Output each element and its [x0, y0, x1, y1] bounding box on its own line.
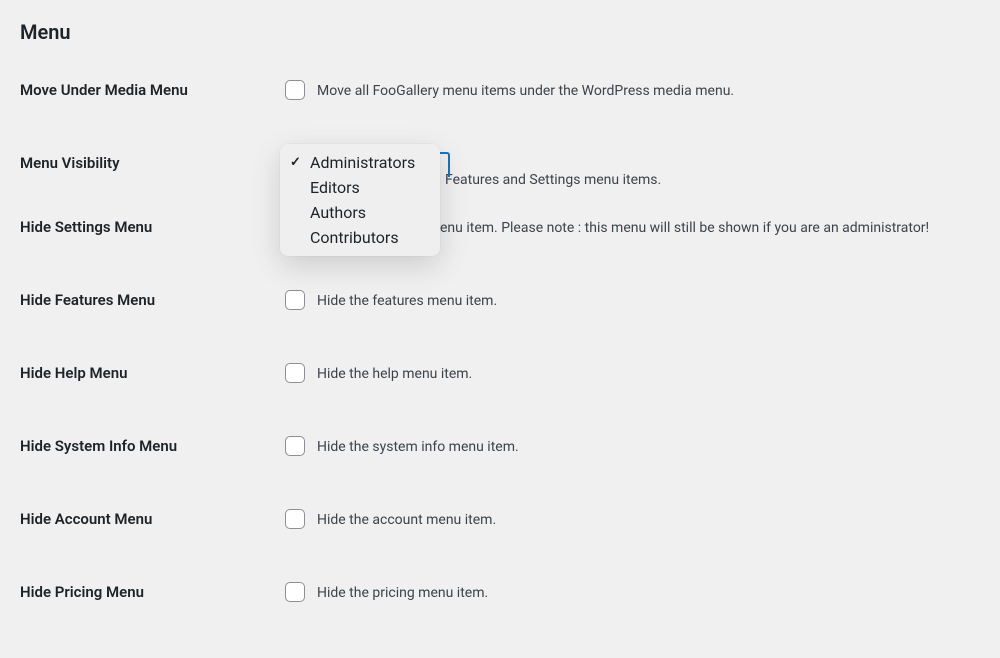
row-label-hide-features: Hide Features Menu: [20, 289, 285, 309]
row-hide-help: Hide Help Menu Hide the help menu item.: [20, 362, 980, 385]
checkbox-hide-pricing[interactable]: [285, 582, 305, 602]
checkbox-hide-help[interactable]: [285, 363, 305, 383]
select-menu-visibility-border: [440, 152, 450, 177]
row-label-hide-account: Hide Account Menu: [20, 508, 285, 528]
description-hide-help: Hide the help menu item.: [317, 362, 472, 385]
checkbox-hide-account[interactable]: [285, 509, 305, 529]
checkbox-hide-system-info[interactable]: [285, 436, 305, 456]
dropdown-item-editors[interactable]: ✓ Editors: [280, 175, 440, 200]
description-hide-system-info: Hide the system info menu item.: [317, 435, 519, 458]
description-menu-visibility: Features and Settings menu items.: [445, 172, 661, 188]
row-label-hide-help: Hide Help Menu: [20, 362, 285, 382]
row-hide-features: Hide Features Menu Hide the features men…: [20, 289, 980, 312]
row-label-hide-pricing: Hide Pricing Menu: [20, 581, 285, 601]
row-hide-settings: Hide Settings Menu enu item. Please note…: [20, 216, 980, 239]
description-hide-settings: enu item. Please note : this menu will s…: [440, 216, 929, 239]
row-label-hide-system-info: Hide System Info Menu: [20, 435, 285, 455]
checkbox-hide-features[interactable]: [285, 290, 305, 310]
row-move-under-media: Move Under Media Menu Move all FooGaller…: [20, 79, 980, 102]
dropdown-item-label: Authors: [310, 203, 366, 222]
row-label-hide-settings: Hide Settings Menu: [20, 216, 285, 236]
row-label-move-under-media: Move Under Media Menu: [20, 79, 285, 99]
row-hide-system-info: Hide System Info Menu Hide the system in…: [20, 435, 980, 458]
description-hide-features: Hide the features menu item.: [317, 289, 497, 312]
checkbox-move-under-media[interactable]: [285, 80, 305, 100]
dropdown-item-authors[interactable]: ✓ Authors: [280, 200, 440, 225]
check-icon: ✓: [290, 155, 304, 170]
dropdown-item-label: Editors: [310, 178, 360, 197]
description-move-under-media: Move all FooGallery menu items under the…: [317, 79, 734, 102]
dropdown-item-label: Contributors: [310, 228, 399, 247]
dropdown-item-label: Administrators: [310, 153, 415, 172]
description-hide-pricing: Hide the pricing menu item.: [317, 581, 488, 604]
dropdown-item-administrators[interactable]: ✓ Administrators: [280, 150, 440, 175]
row-menu-visibility: Menu Visibility ✓ Administrators ✓ Edito…: [20, 152, 980, 188]
description-hide-account: Hide the account menu item.: [317, 508, 496, 531]
row-hide-account: Hide Account Menu Hide the account menu …: [20, 508, 980, 531]
dropdown-item-contributors[interactable]: ✓ Contributors: [280, 225, 440, 250]
row-label-menu-visibility: Menu Visibility: [20, 152, 285, 172]
section-title: Menu: [20, 20, 980, 44]
row-hide-pricing: Hide Pricing Menu Hide the pricing menu …: [20, 581, 980, 604]
dropdown-menu-visibility: ✓ Administrators ✓ Editors ✓ Authors ✓ C…: [280, 144, 440, 256]
